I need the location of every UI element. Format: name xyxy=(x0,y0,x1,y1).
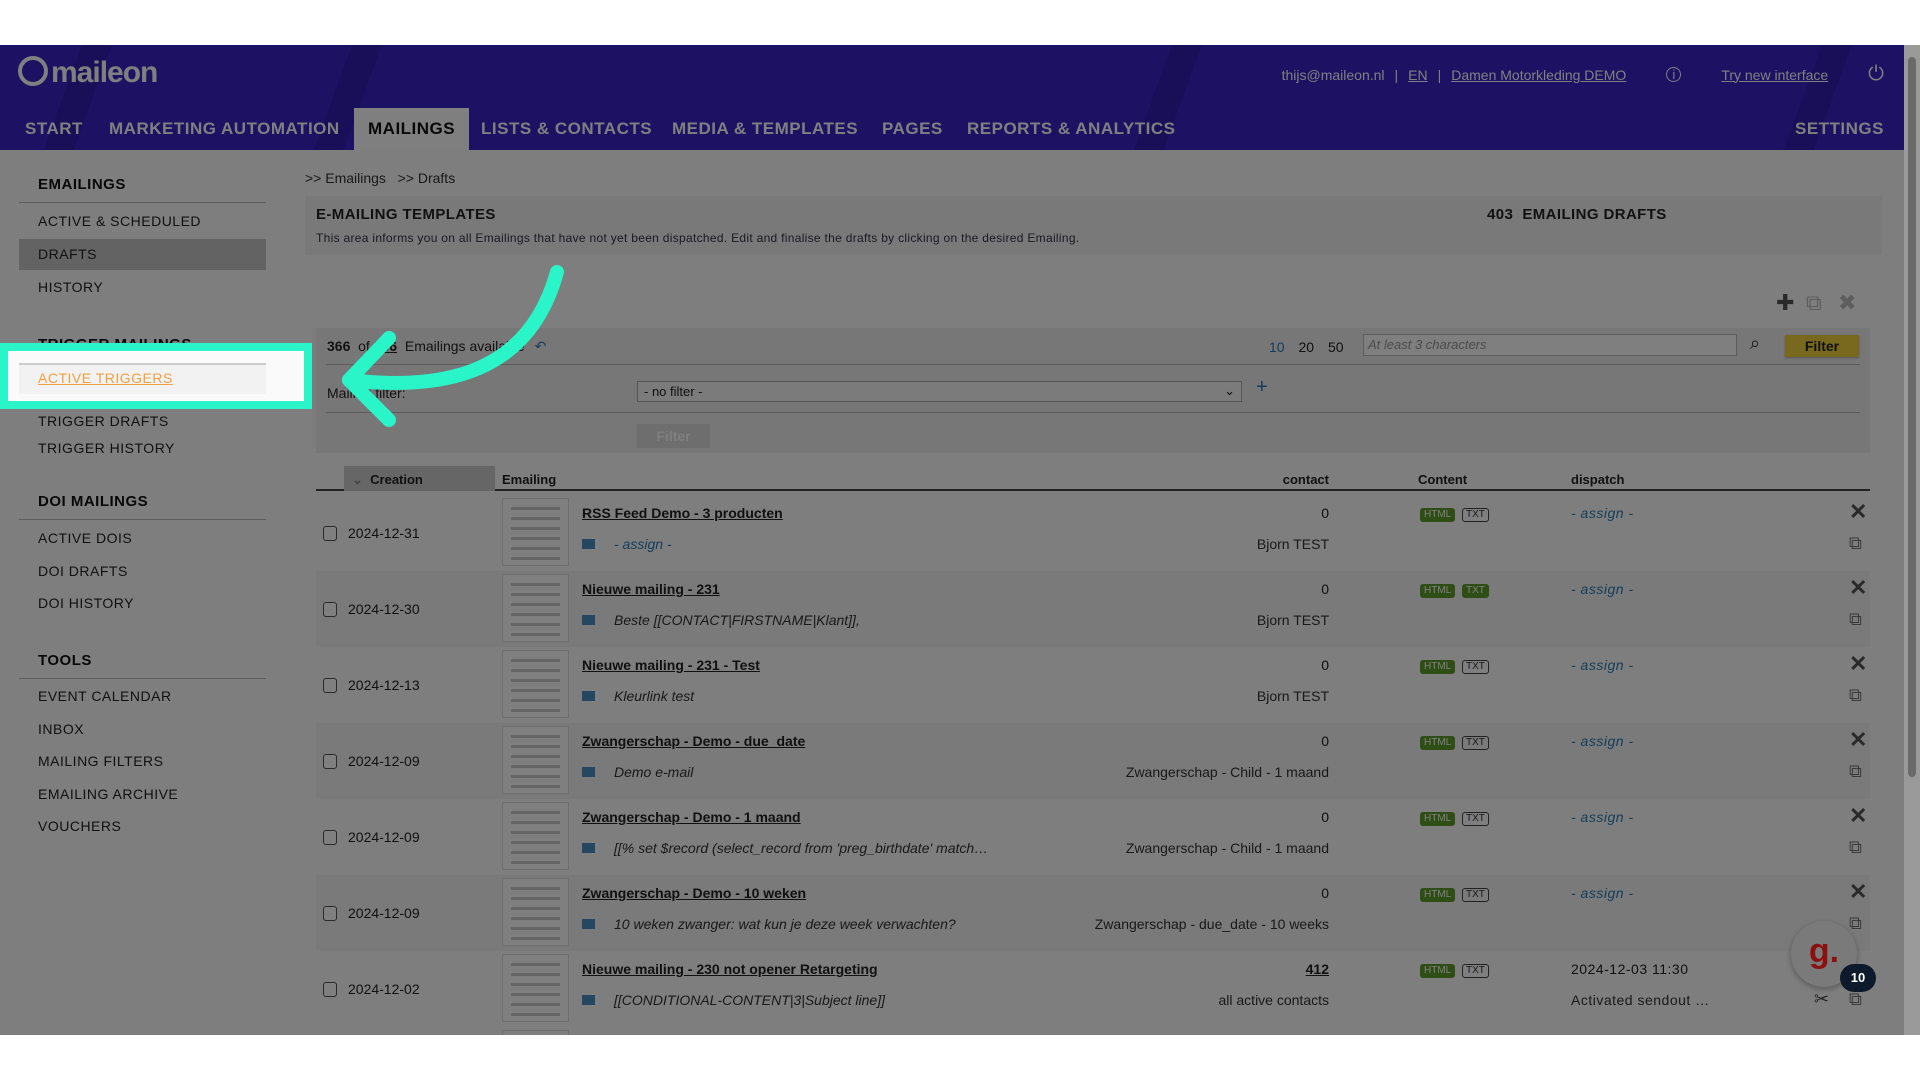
dim-overlay xyxy=(0,45,1920,1035)
scrollbar-thumb[interactable] xyxy=(1908,57,1916,777)
scrollbar[interactable] xyxy=(1904,45,1920,1035)
sidebar-item-active-triggers[interactable]: ACTIVE TRIGGERS xyxy=(38,370,173,386)
highlight-box: ACTIVE TRIGGERS xyxy=(0,343,312,409)
support-notification-count: 10 xyxy=(1840,964,1876,992)
